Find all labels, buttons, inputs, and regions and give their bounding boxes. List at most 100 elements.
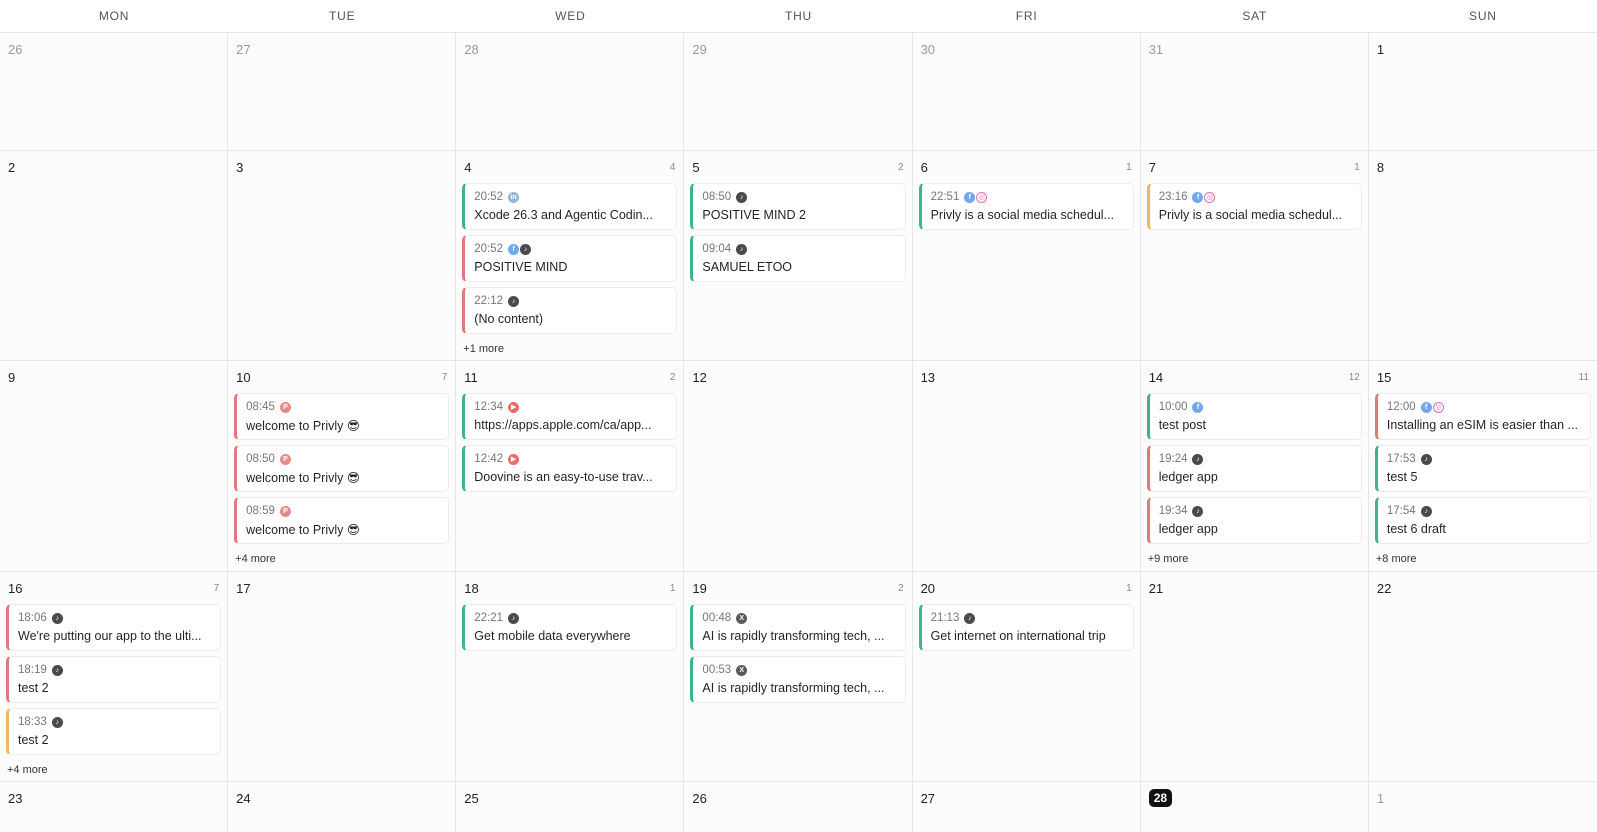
day-number: 27: [920, 790, 936, 806]
scheduled-post[interactable]: 00:48 X AI is rapidly transforming tech, .…: [690, 604, 906, 651]
day-cell[interactable]: 2: [0, 151, 229, 360]
day-number: 2: [8, 159, 16, 175]
day-cell[interactable]: 23: [0, 782, 229, 832]
day-cell[interactable]: 26: [684, 782, 913, 832]
more-posts-link[interactable]: +1 more: [462, 343, 504, 355]
day-cell[interactable]: 8: [1368, 151, 1597, 360]
post-meta: 18:06 ♪: [18, 609, 212, 627]
post-title: welcome to Privly 😎: [246, 419, 360, 433]
post-title: AI is rapidly transforming tech, ...: [702, 681, 885, 695]
platform-icons: P: [279, 401, 291, 413]
scheduled-post[interactable]: 22:21 ♪ Get mobile data everywhere: [462, 604, 678, 651]
scheduled-post[interactable]: 21:13 ♪ Get internet on international trip: [918, 604, 1134, 651]
day-cell[interactable]: 27: [912, 782, 1141, 832]
post-title: welcome to Privly 😎: [246, 523, 360, 537]
platform-icons: ♪: [1192, 505, 1204, 517]
day-number: 26: [8, 41, 23, 57]
day-cell[interactable]: 5 2 08:50 ♪ POSITIVE MIND 2 09:04 ♪ SAMUEL ETOO: [684, 151, 913, 360]
day-cell[interactable]: 26: [0, 33, 229, 150]
scheduled-post[interactable]: 08:50 ♪ POSITIVE MIND 2: [690, 183, 906, 230]
day-cell[interactable]: 29: [684, 33, 913, 150]
day-cell[interactable]: 31: [1140, 33, 1369, 150]
more-posts-link[interactable]: +8 more: [1375, 553, 1417, 565]
weekday-mon: MON: [98, 9, 130, 23]
platform-icons: ♪: [1192, 453, 1204, 465]
scheduled-post[interactable]: 17:54 ♪ test 6 draft: [1374, 497, 1591, 544]
day-cell[interactable]: 30: [912, 33, 1141, 150]
tiktok-icon: ♪: [1420, 505, 1432, 517]
scheduled-post[interactable]: 00:53 X AI is rapidly transforming tech, .…: [690, 656, 906, 703]
day-cell[interactable]: 24: [228, 782, 457, 832]
scheduled-post[interactable]: 19:24 ♪ ledger app: [1146, 445, 1362, 492]
day-cell[interactable]: 10 7 08:45 Pwelcome to Privly 😎 08:50 Pwelcom…: [228, 361, 457, 571]
post-title: Doovine is an easy-to-use trav...: [474, 470, 653, 484]
day-number: 14: [1148, 369, 1164, 385]
day-header: 18 1: [462, 572, 677, 604]
youtube-icon: ▶: [508, 401, 520, 413]
scheduled-post[interactable]: 09:04 ♪ SAMUEL ETOO: [690, 235, 906, 282]
day-cell[interactable]: 14 12 10:00 f test post 19:24 ♪ ledger app 19:34…: [1140, 361, 1369, 571]
scheduled-post[interactable]: 20:52 f ♪ POSITIVE MIND: [462, 235, 678, 282]
post-meta: 22:12 ♪: [474, 292, 668, 310]
day-cell[interactable]: 17: [228, 572, 457, 781]
scheduled-post[interactable]: 12:00 f ◎ Installing an eSIM is easier than…: [1374, 393, 1591, 440]
tiktok-icon: ♪: [1420, 453, 1432, 465]
day-cell[interactable]: 4 4 20:52 in Xcode 26.3 and Agentic Codin...…: [456, 151, 685, 360]
post-time: 20:52: [474, 191, 504, 203]
day-number: 15: [1376, 369, 1392, 385]
post-meta: 08:45 P: [246, 398, 440, 416]
day-cell[interactable]: 12: [684, 361, 913, 571]
day-cell[interactable]: 28: [1140, 782, 1369, 832]
day-cell[interactable]: 27: [228, 33, 457, 150]
more-posts-link[interactable]: +4 more: [234, 553, 276, 565]
youtube-icon: ▶: [508, 453, 520, 465]
day-cell[interactable]: 19 2 00:48 X AI is rapidly transforming tech…: [684, 572, 913, 781]
day-cell[interactable]: 16 7 18:06 ♪ We're putting our app to the ul…: [0, 572, 229, 781]
day-header: 28: [462, 33, 677, 65]
pinterest-icon: P: [279, 453, 291, 465]
day-cell[interactable]: 1: [1368, 33, 1597, 150]
day-cell[interactable]: 1: [1368, 782, 1597, 832]
pinterest-icon: P: [279, 401, 291, 413]
day-cell[interactable]: 25: [456, 782, 685, 832]
platform-icons: ♪: [51, 716, 63, 728]
day-cell[interactable]: 9: [0, 361, 229, 571]
scheduled-post[interactable]: 22:51 f ◎ Privly is a social media schedul.…: [918, 183, 1134, 230]
tiktok-icon: ♪: [51, 612, 63, 624]
scheduled-post[interactable]: 23:16 f ◎ Privly is a social media schedul.…: [1146, 183, 1362, 230]
day-cell[interactable]: 7 1 23:16 f ◎ Privly is a social media schedu…: [1140, 151, 1369, 360]
day-cell[interactable]: 6 1 22:51 f ◎ Privly is a social media schedu…: [912, 151, 1141, 360]
day-cell[interactable]: 21: [1140, 572, 1369, 781]
scheduled-post[interactable]: 19:34 ♪ ledger app: [1146, 497, 1362, 544]
weekday-wed: WED: [555, 9, 586, 23]
scheduled-post[interactable]: 10:00 f test post: [1146, 393, 1362, 440]
scheduled-post[interactable]: 20:52 in Xcode 26.3 and Agentic Codin...: [462, 183, 678, 230]
post-title: test 5: [1386, 470, 1418, 484]
day-cell[interactable]: 28: [456, 33, 685, 150]
scheduled-post[interactable]: 12:34 ▶ https://apps.apple.com/ca/app...: [462, 393, 678, 440]
scheduled-post[interactable]: 12:42 ▶ Doovine is an easy-to-use trav...: [462, 445, 678, 492]
day-cell[interactable]: 11 2 12:34 ▶ https://apps.apple.com/ca/app..…: [456, 361, 685, 571]
more-posts-link[interactable]: +4 more: [6, 764, 48, 776]
platform-icons: P: [279, 453, 291, 465]
scheduled-post[interactable]: 08:45 P welcome to Privly 😎: [234, 393, 450, 440]
day-header: 44: [462, 151, 677, 183]
scheduled-post[interactable]: 22:12 ♪ (No content): [462, 287, 678, 334]
day-cell[interactable]: 13: [912, 361, 1141, 571]
scheduled-post[interactable]: 08:59 Pwelcome to Privly 😎: [234, 497, 450, 544]
scheduled-post[interactable]: 18:33 ♪ test 2: [6, 708, 222, 755]
post-title: POSITIVE MIND 2: [702, 208, 806, 222]
scheduled-post[interactable]: 17:53 ♪ test 5: [1374, 445, 1591, 492]
day-cell[interactable]: 3: [228, 151, 457, 360]
post-title: ledger app: [1158, 522, 1218, 536]
scheduled-post[interactable]: 08:50 Pwelcome to Privly 😎: [234, 445, 450, 492]
post-meta: 22:21 ♪: [474, 609, 668, 627]
scheduled-post[interactable]: 18:19 ♪ test 2: [6, 656, 222, 703]
day-cell[interactable]: 18 1 22:21 ♪ Get mobile data everywhere: [456, 572, 685, 781]
day-cell[interactable]: 20 1 21:13 ♪ Get internet on international t…: [912, 572, 1141, 781]
day-number: 10: [236, 369, 251, 385]
scheduled-post[interactable]: 18:06 ♪ We're putting our app to the ulti.…: [6, 604, 222, 651]
day-cell[interactable]: 15 11 12:00 f ◎ Installing an eSIM is easier …: [1368, 361, 1597, 571]
day-cell[interactable]: 22: [1368, 572, 1597, 781]
more-posts-link[interactable]: +9 more: [1147, 553, 1189, 565]
